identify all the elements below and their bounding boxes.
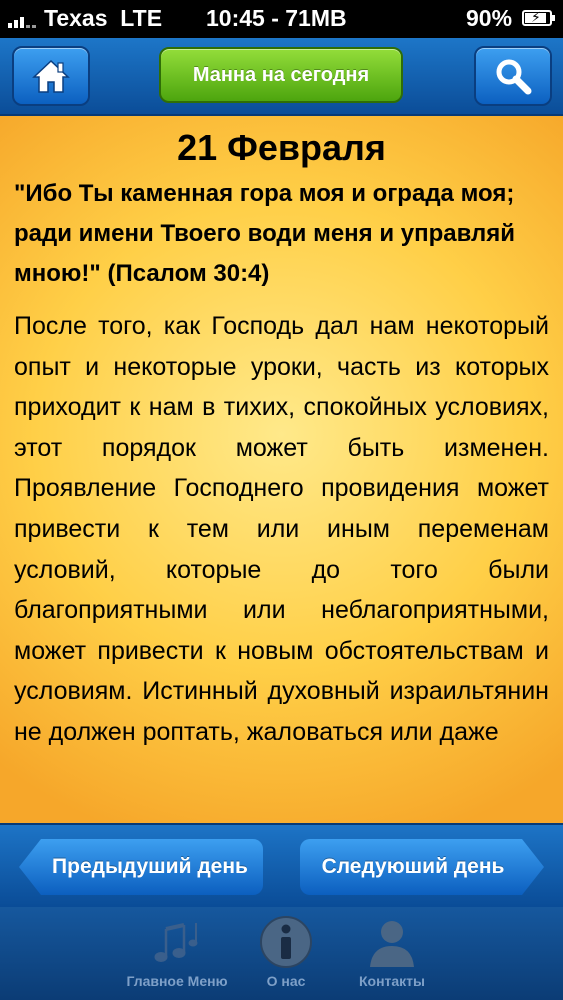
battery-percent: 90% [466, 5, 513, 31]
tab-about[interactable]: О нас [252, 913, 320, 997]
tab-label: Главное Меню [126, 973, 228, 989]
scripture-verse: "Ибо Ты каменная гора моя и ограда моя; … [14, 180, 516, 287]
manna-body-text: После того, как Господь дал нам некоторы… [14, 312, 549, 746]
music-notes-icon [154, 923, 198, 962]
home-icon [32, 59, 70, 93]
tab-label: О нас [266, 973, 306, 989]
signal-strength-icon [8, 12, 36, 28]
charging-bolt-icon: ⚡ [531, 9, 541, 25]
carrier-network: Texas LTE [44, 5, 163, 31]
status-bar: Texas LTE 10:45 - 71MB 90% ⚡ [0, 0, 563, 38]
tab-contacts[interactable]: Контакты [340, 913, 444, 997]
home-button[interactable] [12, 46, 90, 106]
date-title: 21 Февраля [177, 127, 386, 168]
person-icon [370, 921, 414, 967]
tab-main-menu[interactable]: Главное Меню [112, 913, 242, 997]
status-time: 10:45 - 71MB [206, 5, 347, 31]
manna-content[interactable]: 21 Февраля "Ибо Ты каменная гора моя и о… [0, 116, 563, 823]
manna-today-button[interactable]: Манна на сегодня [159, 47, 403, 103]
previous-day-button[interactable]: Предыдуший день [19, 839, 263, 895]
battery-icon: ⚡ [522, 9, 555, 26]
search-icon [496, 59, 532, 95]
next-day-button[interactable]: Следуюший день [300, 839, 544, 895]
tab-label: Контакты [358, 973, 425, 989]
day-navigation-bar: Предыдуший день Следуюший день [0, 823, 563, 907]
tab-bar: Главное Меню О нас Контакты [0, 907, 563, 1000]
info-icon [260, 916, 312, 968]
navigation-bar: Манна на сегодня [0, 38, 563, 116]
search-button[interactable] [474, 46, 552, 106]
